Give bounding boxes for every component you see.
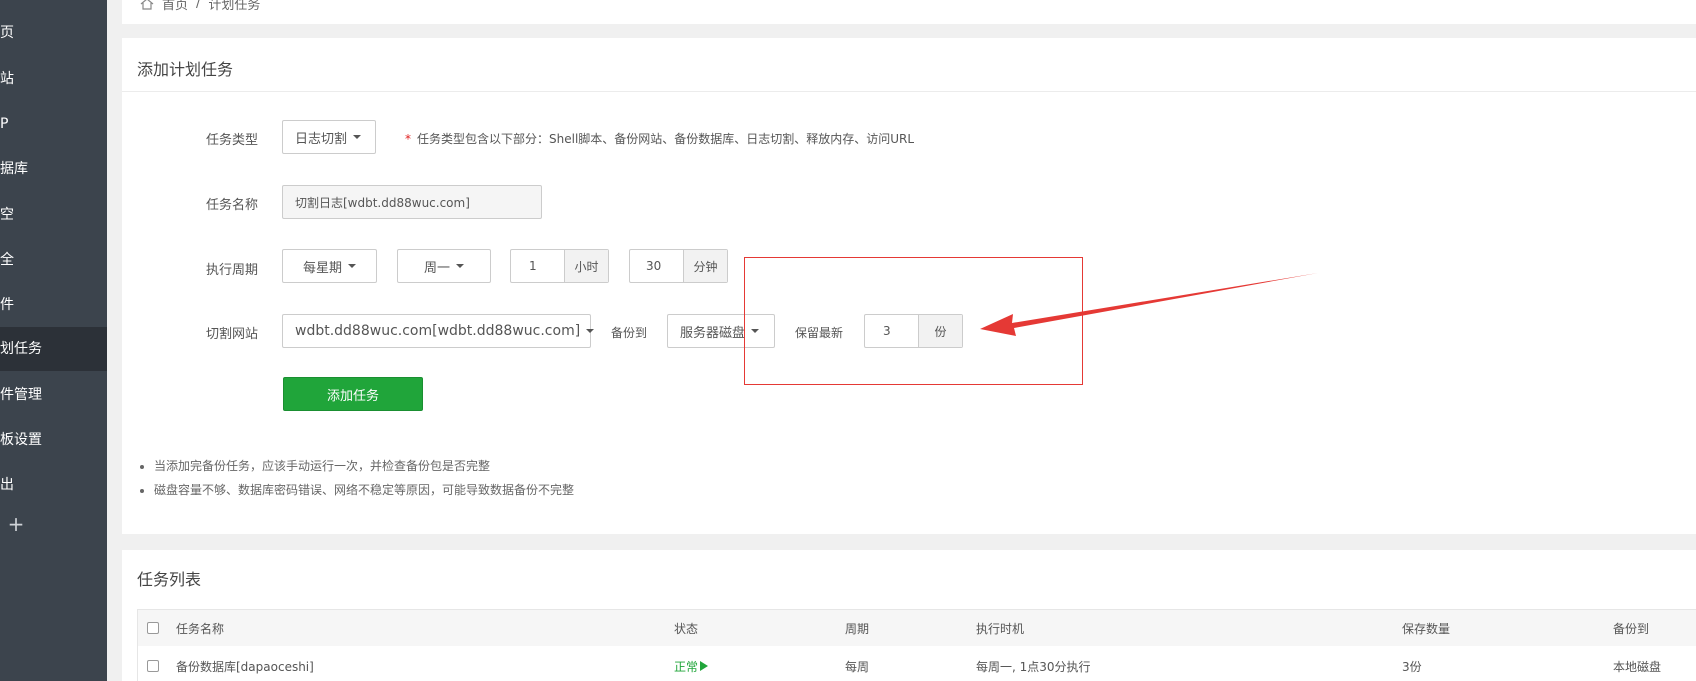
sidebar-item-ftp[interactable]: P: [0, 102, 107, 146]
chevron-down-icon: [353, 135, 362, 139]
task-list-title: 任务列表: [137, 570, 202, 589]
row-checkbox[interactable]: [147, 660, 159, 672]
site-value: wdbt.dd88wuc.com[wdbt.dd88wuc.com]: [295, 323, 581, 339]
backup-target-value: 服务器磁盘: [680, 325, 746, 341]
sidebar: 页 站 P 据库 空 全 件 划任务 件管理 板设置 出 +: [0, 0, 107, 681]
breadcrumb-current: 计划任务: [208, 0, 261, 13]
home-icon: [140, 0, 154, 10]
row-backup-target: 本地磁盘: [1613, 659, 1662, 674]
row-keep: 3份: [1402, 659, 1422, 674]
tip-item: 当添加完备份任务，应该手动运行一次，并检查备份包是否完整: [154, 454, 574, 478]
row-checkbox-cell: [147, 646, 159, 681]
add-task-button[interactable]: 添加任务: [283, 377, 423, 411]
task-name-label: 任务名称: [206, 198, 259, 213]
sidebar-item-home[interactable]: 页: [0, 11, 107, 55]
minute-input[interactable]: 30 分钟: [629, 249, 728, 283]
add-icon[interactable]: +: [6, 514, 26, 534]
task-type-note: * 任务类型包含以下部分：Shell脚本、备份网站、备份数据库、日志切割、释放内存…: [405, 130, 914, 147]
required-star: *: [405, 132, 411, 146]
hour-unit: 小时: [564, 250, 608, 282]
panel-header: 添加计划任务: [122, 38, 1696, 92]
backup-label: 备份到: [611, 326, 648, 340]
task-name-value: 切割日志[wdbt.dd88wuc.com]: [295, 195, 470, 210]
sidebar-item-monitor[interactable]: 空: [0, 193, 107, 237]
table-header: 任务名称 状态 周期 执行时机 保存数量 备份到: [137, 609, 1696, 647]
sidebar-item-logout[interactable]: 出: [0, 463, 107, 507]
col-status: 状态: [674, 621, 699, 636]
row-status[interactable]: 正常: [674, 646, 709, 681]
sidebar-item-files[interactable]: 件: [0, 283, 107, 327]
hour-value: 1: [529, 259, 537, 273]
chevron-down-icon: [348, 264, 356, 268]
task-type-note-text: 任务类型包含以下部分：Shell脚本、备份网站、备份数据库、日志切割、释放内存、…: [417, 132, 915, 146]
play-icon: [700, 661, 709, 671]
panel-title: 添加计划任务: [137, 60, 234, 79]
task-type-value: 日志切割: [295, 131, 348, 147]
minute-unit: 分钟: [683, 250, 727, 282]
app-root: 页 站 P 据库 空 全 件 划任务 件管理 板设置 出 + 首页 / 计划任务…: [0, 0, 1696, 681]
task-list-panel: 任务列表 任务名称 状态 周期 执行时机 保存数量 备份到 备份数据库[dapa…: [122, 550, 1696, 681]
sidebar-item-site[interactable]: 站: [0, 57, 107, 101]
site-select[interactable]: wdbt.dd88wuc.com[wdbt.dd88wuc.com]: [282, 314, 595, 348]
select-all-checkbox[interactable]: [147, 622, 159, 634]
weekday-value: 周一: [423, 260, 450, 276]
row-timing: 每周一, 1点30分执行: [976, 659, 1091, 674]
annotation-highlight-box: [744, 257, 1083, 385]
table-row[interactable]: 备份数据库[dapaoceshi] 正常 每周 每周一, 1点30分执行 3份 …: [137, 646, 1696, 681]
tip-item: 磁盘容量不够、数据库密码错误、网络不稳定等原因，可能导致数据备份不完整: [154, 478, 574, 502]
sidebar-item-database[interactable]: 据库: [0, 147, 107, 191]
sidebar-item-panel-settings[interactable]: 板设置: [0, 418, 107, 462]
row-task-name: 备份数据库[dapaoceshi]: [176, 659, 314, 674]
col-period: 周期: [845, 621, 870, 636]
hour-input[interactable]: 1 小时: [510, 249, 609, 283]
chevron-down-icon: [586, 329, 595, 333]
chevron-down-icon: [456, 264, 464, 268]
row-status-text: 正常: [674, 659, 699, 674]
period-type-value: 每星期: [302, 260, 342, 276]
col-timing: 执行时机: [976, 621, 1025, 636]
task-type-label: 任务类型: [206, 133, 259, 148]
col-task-name: 任务名称: [176, 621, 225, 636]
col-backup-target: 备份到: [1613, 621, 1650, 636]
sidebar-item-security[interactable]: 全: [0, 238, 107, 282]
row-period: 每周: [845, 659, 870, 674]
site-label: 切割网站: [206, 327, 259, 342]
breadcrumb-separator: /: [196, 0, 201, 11]
select-all-checkbox-cell: [147, 610, 159, 646]
minute-value: 30: [646, 259, 662, 273]
period-label: 执行周期: [206, 263, 259, 278]
task-name-input[interactable]: 切割日志[wdbt.dd88wuc.com]: [282, 185, 542, 219]
period-type-select[interactable]: 每星期: [282, 249, 377, 283]
sidebar-item-software[interactable]: 件管理: [0, 373, 107, 417]
weekday-select[interactable]: 周一: [397, 249, 491, 283]
breadcrumb: 首页 / 计划任务: [140, 0, 260, 13]
task-type-select[interactable]: 日志切割: [282, 120, 376, 154]
breadcrumb-home[interactable]: 首页: [162, 0, 188, 13]
breadcrumb-bar: 首页 / 计划任务: [122, 0, 1696, 24]
sidebar-item-cron[interactable]: 划任务: [0, 327, 107, 371]
tips-list: 当添加完备份任务，应该手动运行一次，并检查备份包是否完整 磁盘容量不够、数据库密…: [140, 454, 574, 502]
col-keep: 保存数量: [1402, 621, 1451, 636]
